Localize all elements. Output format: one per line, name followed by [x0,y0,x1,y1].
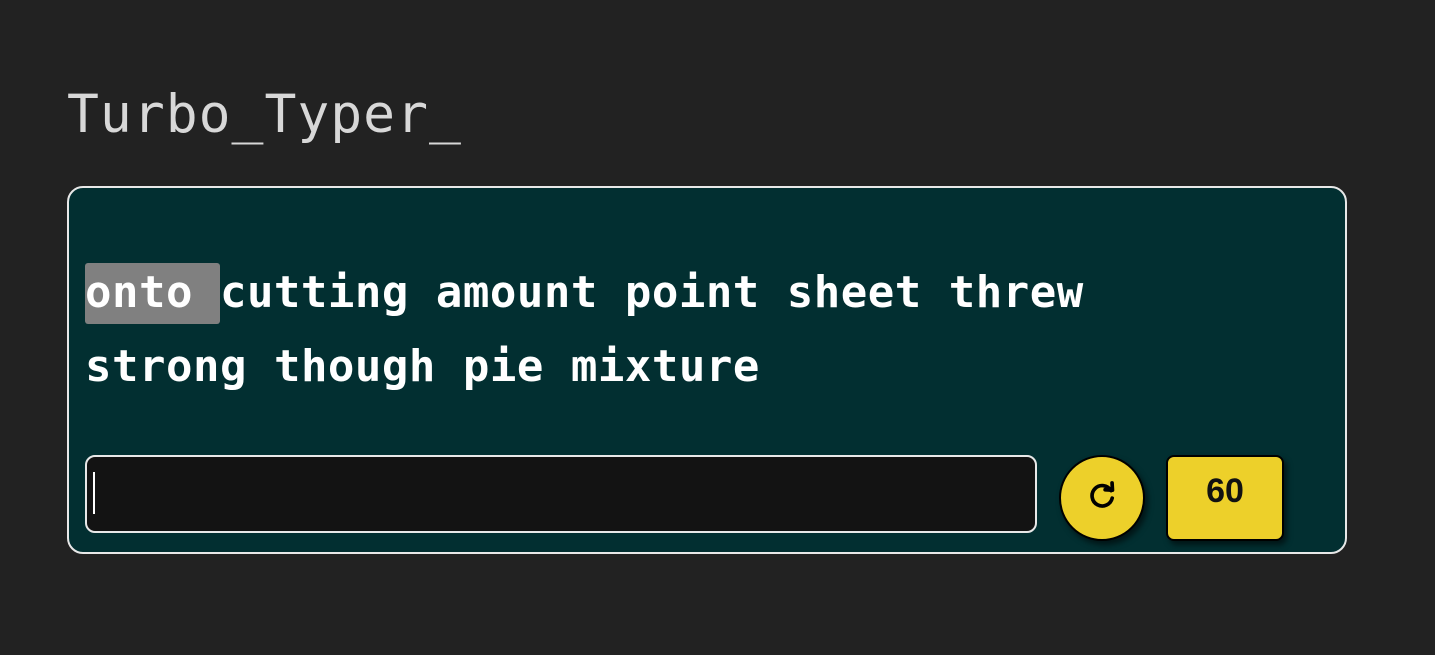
word: mixture [570,341,760,392]
timer-display: 60 [1166,455,1284,541]
word: amount [435,267,598,318]
app-title: Turbo_Typer_ [67,84,462,145]
word: cutting [219,267,409,318]
refresh-icon [1085,479,1119,517]
word: though [273,341,436,392]
word: sheet [786,267,922,318]
word-display: onto cutting amount point sheet threw st… [85,256,1235,404]
current-word: onto [85,263,220,324]
word: strong [85,341,247,392]
typing-input[interactable] [85,455,1037,533]
word: pie [462,341,544,392]
text-caret [93,472,95,514]
word: point [624,267,760,318]
word: threw [948,267,1084,318]
typing-test-panel: onto cutting amount point sheet threw st… [67,186,1347,554]
restart-button[interactable] [1059,455,1145,541]
